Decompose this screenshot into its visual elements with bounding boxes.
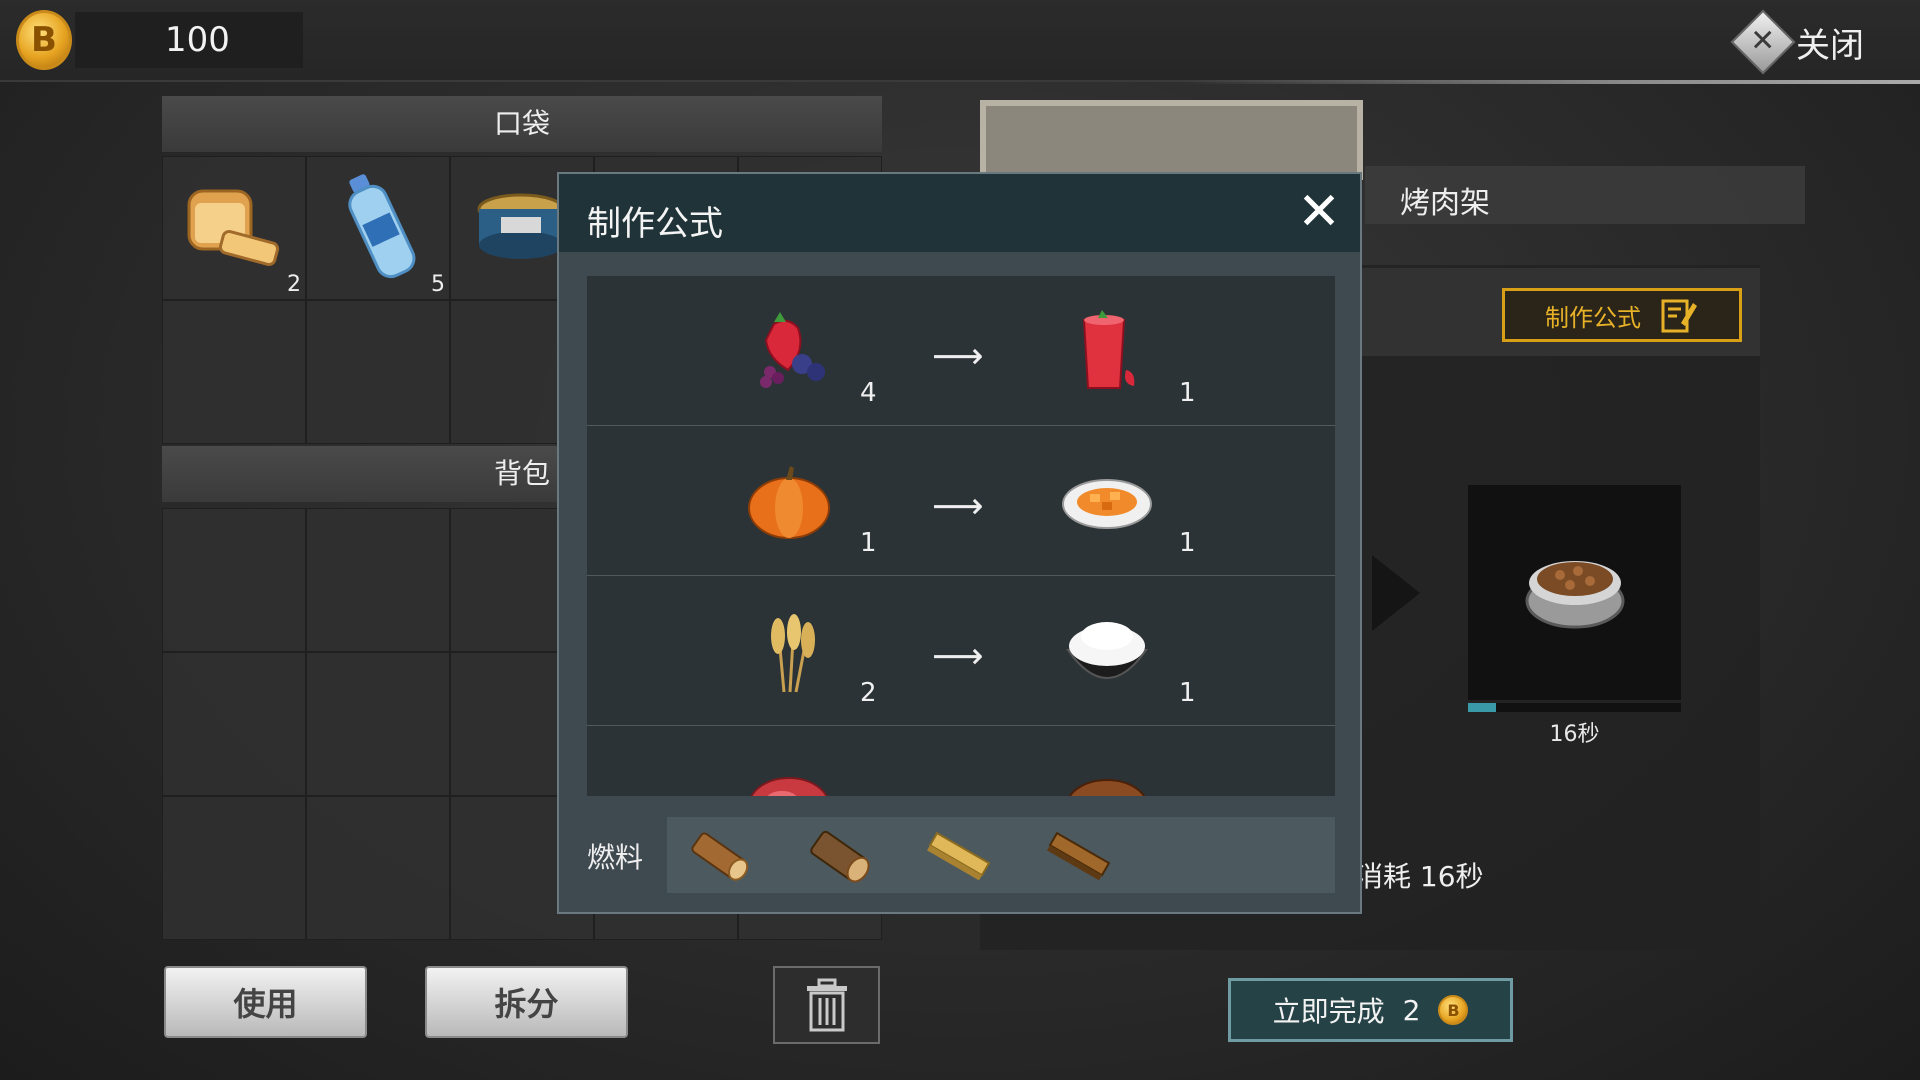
cooking-progress-fill (1468, 703, 1496, 712)
backpack-slot[interactable] (162, 652, 306, 796)
use-button-label: 使用 (233, 985, 298, 1023)
recipe-output-qty: 1 (1179, 528, 1196, 558)
backpack-slot[interactable] (162, 508, 306, 652)
fuel-label: 燃料 (587, 841, 644, 874)
berries-icon (760, 312, 825, 388)
bread-icon (187, 189, 280, 267)
finish-now-button[interactable]: 立即完成 2 B (1228, 978, 1513, 1042)
raw-meat-icon (750, 777, 828, 796)
cooked-meat-icon (1068, 779, 1146, 796)
split-button-label: 拆分 (494, 985, 559, 1023)
fuel-list (667, 817, 1335, 893)
close-button[interactable]: ✕ 关闭 (1730, 9, 1920, 75)
pumpkin-icon (748, 466, 830, 539)
water-bottle-icon (348, 174, 416, 279)
coin-icon: B (16, 10, 72, 70)
recipe-arrow: ⟶ (932, 636, 984, 677)
canned-fish-icon (477, 193, 565, 259)
station-title: 烤肉架 (1400, 186, 1490, 221)
backpack-slot[interactable] (306, 508, 450, 652)
close-diamond-icon: ✕ (1730, 9, 1796, 75)
close-label: 关闭 (1796, 25, 1864, 66)
recipe-input-qty: 4 (860, 378, 877, 408)
trash-button[interactable] (773, 966, 880, 1044)
coin-icon: B (1438, 995, 1469, 1025)
cooking-progress-bar (1468, 703, 1681, 712)
backpack-slot[interactable] (162, 796, 306, 940)
pet-food-bowl-icon (1525, 561, 1625, 629)
output-slot[interactable] (1468, 485, 1681, 700)
pocket-slot-2[interactable]: 5 (306, 156, 450, 300)
recipe-row[interactable] (587, 726, 1335, 796)
trash-icon (806, 978, 847, 1032)
recipe-output-qty: 1 (1179, 378, 1196, 408)
recipe-arrow: ⟶ (932, 486, 984, 527)
pumpkin-dish-icon (1062, 479, 1152, 529)
pocket-slot-1[interactable]: 2 (162, 156, 306, 300)
recipe-row[interactable]: 4 ⟶ 1 (587, 276, 1335, 426)
cooking-time: 16秒 (1549, 722, 1600, 747)
wheat-icon (771, 614, 815, 693)
split-button[interactable]: 拆分 (425, 966, 628, 1038)
recipe-dialog-title: 制作公式 (587, 204, 723, 244)
plank-icon[interactable] (923, 825, 995, 885)
dark-plank-icon[interactable] (1043, 825, 1115, 885)
recipe-formula-button[interactable]: 制作公式 (1502, 288, 1742, 342)
recipe-list[interactable]: 4 ⟶ 1 1 ⟶ 1 2 ⟶ 1 (587, 276, 1335, 796)
pocket-title: 口袋 (493, 107, 550, 140)
pocket-slot-7[interactable] (306, 300, 450, 444)
rice-bowl-icon (1066, 622, 1148, 679)
berry-juice-icon (1082, 310, 1135, 389)
pocket-slot-1-qty: 2 (287, 272, 301, 297)
backpack-slot[interactable] (306, 652, 450, 796)
recipe-dialog-close-icon[interactable]: ✕ (1294, 186, 1344, 238)
pocket-header: 口袋 (162, 96, 882, 152)
recipe-row[interactable]: 1 ⟶ 1 (587, 426, 1335, 576)
consume-text: 消耗 16秒 (1355, 860, 1484, 893)
finish-now-label: 立即完成 (1272, 995, 1385, 1028)
recipe-input-qty: 1 (860, 528, 877, 558)
pocket-slot-6[interactable] (162, 300, 306, 444)
recipe-output-qty: 1 (1179, 678, 1196, 708)
recipe-arrow: ⟶ (932, 336, 984, 377)
recipe-dialog: 制作公式 ✕ 4 ⟶ 1 1 ⟶ 1 2 ⟶ 1 燃料 (557, 172, 1362, 914)
backpack-slot[interactable] (306, 796, 450, 940)
top-bar-divider (1180, 80, 1920, 84)
process-arrow-icon (1372, 555, 1420, 631)
use-button[interactable]: 使用 (164, 966, 367, 1038)
recipe-formula-label: 制作公式 (1545, 303, 1641, 332)
recipe-input-qty: 2 (860, 678, 877, 708)
pocket-slot-2-qty: 5 (431, 272, 445, 297)
log-icon[interactable] (803, 825, 875, 885)
recipe-row[interactable]: 2 ⟶ 1 (587, 576, 1335, 726)
backpack-title: 背包 (493, 457, 550, 490)
station-illustration (980, 100, 1363, 180)
edit-note-icon (1661, 299, 1697, 333)
coin-count: 100 (165, 20, 230, 60)
log-icon[interactable] (683, 825, 755, 885)
finish-now-cost: 2 (1402, 993, 1421, 1027)
